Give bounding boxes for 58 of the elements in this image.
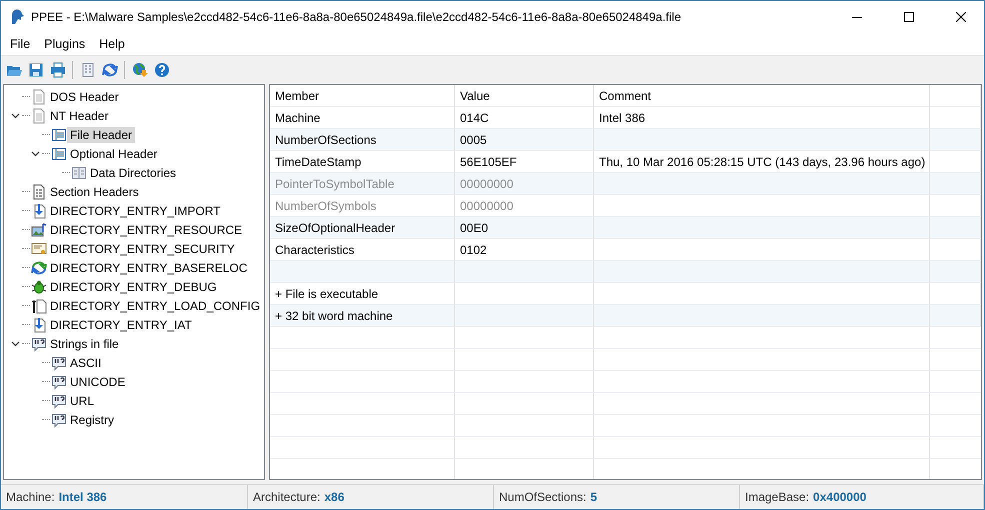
speech-bubble-icon [51,374,67,390]
tree-item[interactable]: DIRECTORY_ENTRY_RESOURCE [47,222,246,238]
table-icon [51,146,67,162]
tree-item[interactable]: DIRECTORY_ENTRY_DEBUG [47,278,220,294]
table-icon [51,126,67,142]
tree-item[interactable]: Strings in file [47,336,122,352]
menu-item[interactable]: File [3,37,38,51]
tree-item[interactable]: ASCII [67,354,104,370]
bug-icon [31,278,47,294]
hex-editor-icon[interactable] [80,62,96,78]
list-icon [31,184,47,200]
status-value: Intel 386 [58,490,107,504]
speech-bubble-icon [51,412,67,428]
speech-bubble-icon [51,392,67,408]
help-icon[interactable] [154,62,170,78]
tree-item[interactable]: DIRECTORY_ENTRY_IMPORT [47,202,224,218]
save-icon[interactable] [28,62,44,78]
status-label: ImageBase: [745,490,810,504]
globe-icon[interactable] [132,62,148,78]
app-logo-icon [9,9,25,25]
tree-item[interactable]: Optional Header [67,146,160,162]
printer-icon[interactable] [50,62,66,78]
tree-item[interactable]: DIRECTORY_ENTRY_SECURITY [47,240,238,256]
status-label: NumOfSections: [499,490,586,504]
status-label: Architecture: [253,490,320,504]
tree-item[interactable]: Section Headers [47,184,142,200]
image-icon [31,222,47,238]
window-title: PPEE - E:\Malware Samples\e2ccd482-54c6-11e6-8a8a-80e65024849a.file\e2ccd482-54c6-11e6-8a8a-80e65024849a.file [31,10,682,24]
speech-bubble-icon [51,354,67,370]
chevron-icon[interactable] [10,340,20,346]
tree-item[interactable]: File Header [67,126,136,142]
tree-item[interactable]: DIRECTORY_ENTRY_LOAD_CONFIG [47,298,264,314]
tree-item[interactable]: NT Header [47,108,112,124]
certificate-icon [31,240,47,256]
status-value: 5 [590,490,598,504]
menu-item[interactable]: Help [92,37,132,51]
tree-item[interactable]: UNICODE [67,374,128,390]
tree-item[interactable]: Registry [67,412,118,428]
tree-item[interactable]: URL [67,392,98,408]
close-icon[interactable] [956,12,966,22]
tree-item[interactable]: Data Directories [87,164,180,180]
status-value: 0x400000 [813,490,866,504]
tree-item[interactable]: DIRECTORY_ENTRY_BASERELOC [47,260,250,276]
document-icon [31,88,47,104]
maximize-icon[interactable] [904,12,914,22]
document-icon [31,108,47,124]
chevron-icon[interactable] [30,150,40,156]
wrench-document-icon [31,298,47,314]
refresh-icon[interactable] [102,62,118,78]
refresh-icon [31,260,47,276]
tree-item[interactable]: DOS Header [47,88,122,104]
speech-bubble-icon [31,336,47,352]
status-label: Machine: [6,490,55,504]
chevron-icon[interactable] [10,112,20,118]
tree-item[interactable]: DIRECTORY_ENTRY_IAT [47,316,195,332]
grid-icon [71,164,87,180]
menu-item[interactable]: Plugins [37,37,92,51]
status-value: x86 [324,490,344,504]
